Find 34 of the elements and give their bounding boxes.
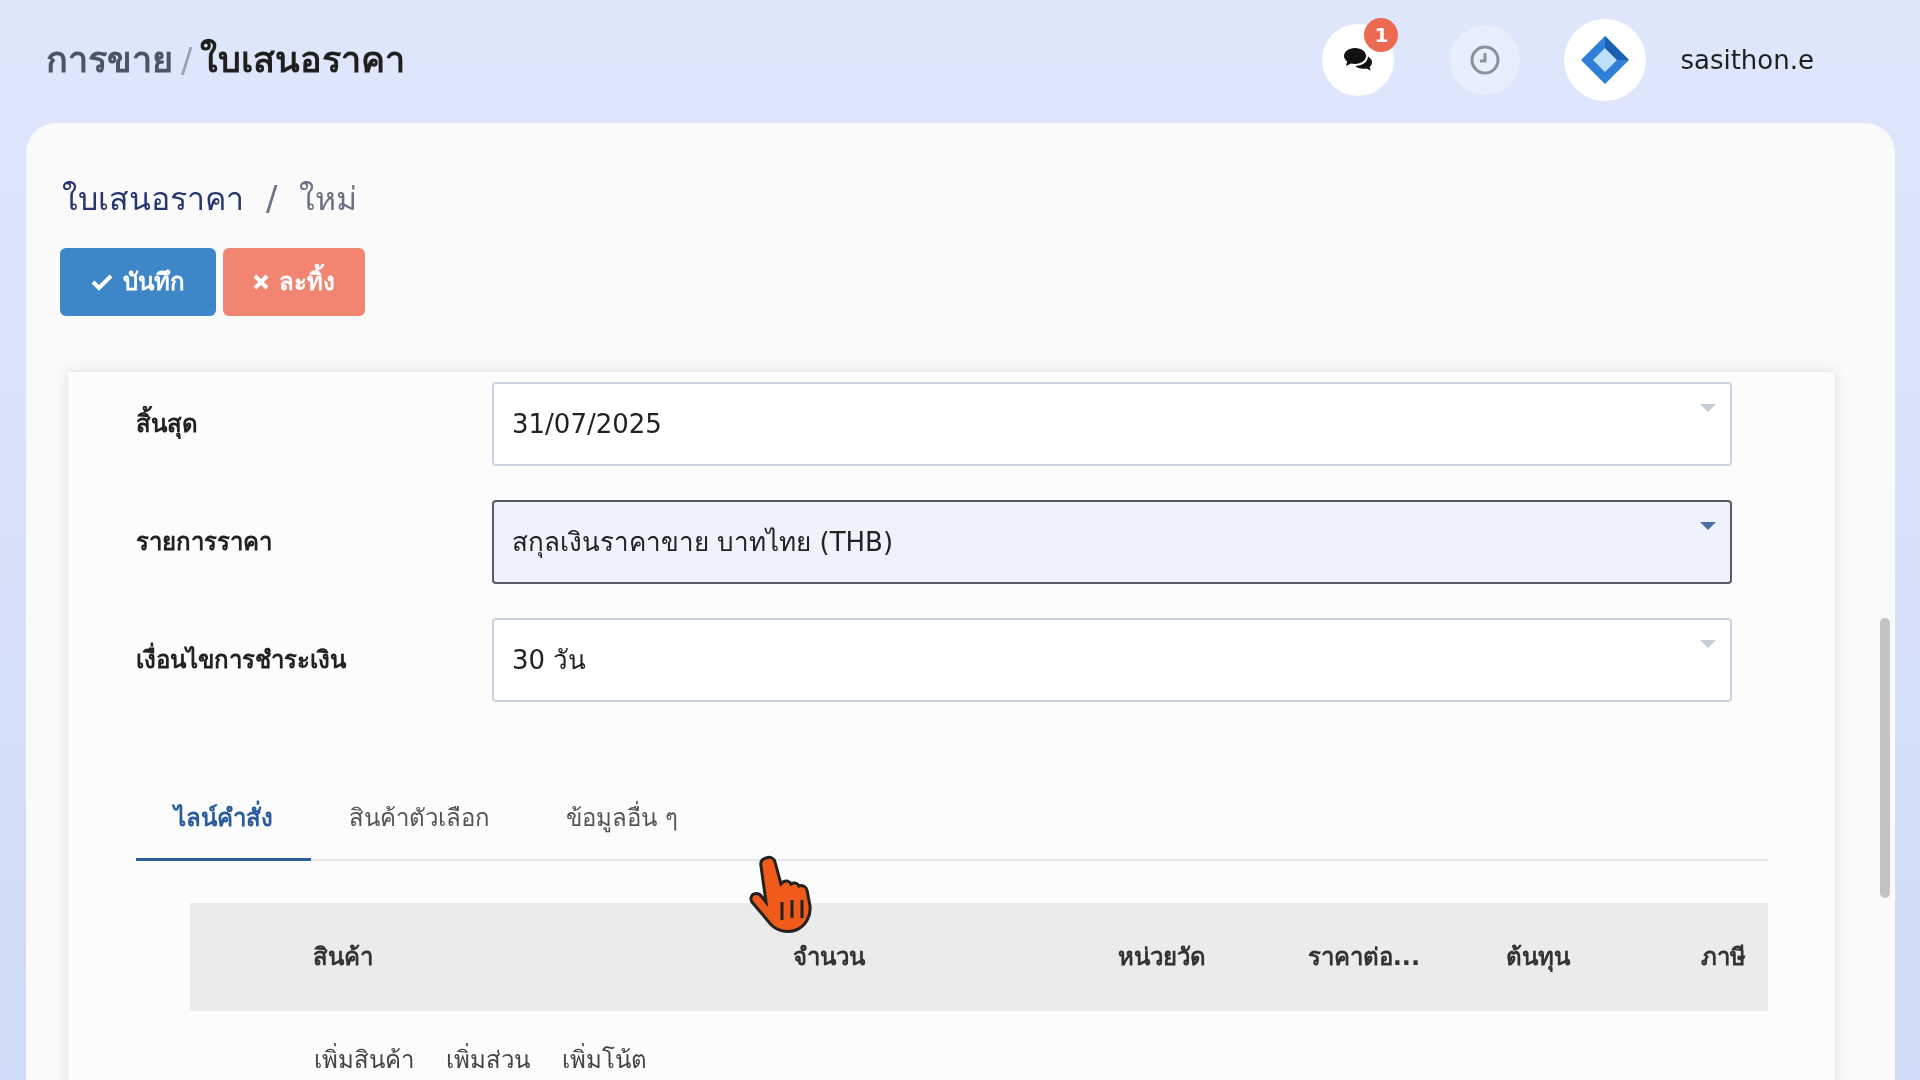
check-icon — [91, 273, 113, 291]
breadcrumb-item: ใบเสนอราคา — [200, 37, 406, 82]
caret-icon — [1700, 640, 1716, 648]
caret-icon — [1700, 522, 1716, 530]
clock-icon — [1469, 44, 1502, 76]
dropdown-field[interactable]: สกุลเงินราคาขาย บาทไทย (THB) — [492, 500, 1732, 584]
column-header[interactable]: หน่วยวัด — [865, 939, 1206, 975]
breadcrumb-item[interactable]: ใบเสนอราคา — [62, 175, 244, 223]
notification-badge: 1 — [1364, 18, 1399, 52]
column-header[interactable]: ราคาต่อ... — [1206, 939, 1420, 975]
save-button[interactable]: บันทึก — [60, 248, 216, 316]
add-link[interactable]: เพิ่มโน้ต — [562, 1044, 647, 1076]
add-link[interactable]: เพิ่มสินค้า — [314, 1044, 414, 1076]
breadcrumb-separator: / — [266, 177, 278, 220]
tab[interactable]: ข้อมูลอื่น ๆ — [528, 777, 716, 861]
tab[interactable]: สินค้าตัวเลือก — [311, 777, 528, 861]
column-header[interactable]: ต้นทุน — [1420, 939, 1570, 975]
tab[interactable]: ไลน์คำสั่ง — [136, 777, 311, 861]
breadcrumb-separator: / — [181, 39, 193, 82]
column-header[interactable]: ภาษี — [1570, 939, 1746, 975]
username[interactable]: sasithon.e — [1680, 40, 1814, 80]
dropdown-field[interactable]: 30 วัน — [492, 618, 1732, 702]
caret-icon — [1700, 404, 1716, 412]
breadcrumb-item[interactable]: การขาย — [46, 33, 173, 87]
scrollbar-thumb[interactable] — [1880, 618, 1890, 898]
dropdown-field[interactable]: 31/07/2025 — [492, 382, 1732, 466]
breadcrumb-item: ใหม่ — [299, 179, 358, 220]
column-header[interactable]: สินค้า — [313, 939, 583, 975]
field-label: เงื่อนไขการชำระเงิน — [68, 642, 492, 678]
field-label: รายการราคา — [135, 527, 273, 558]
column-header[interactable]: จำนวน — [583, 939, 865, 975]
add-link[interactable]: เพิ่มส่วน — [446, 1044, 530, 1076]
field-label: สิ้นสุด — [68, 406, 492, 442]
close-icon — [253, 274, 269, 290]
